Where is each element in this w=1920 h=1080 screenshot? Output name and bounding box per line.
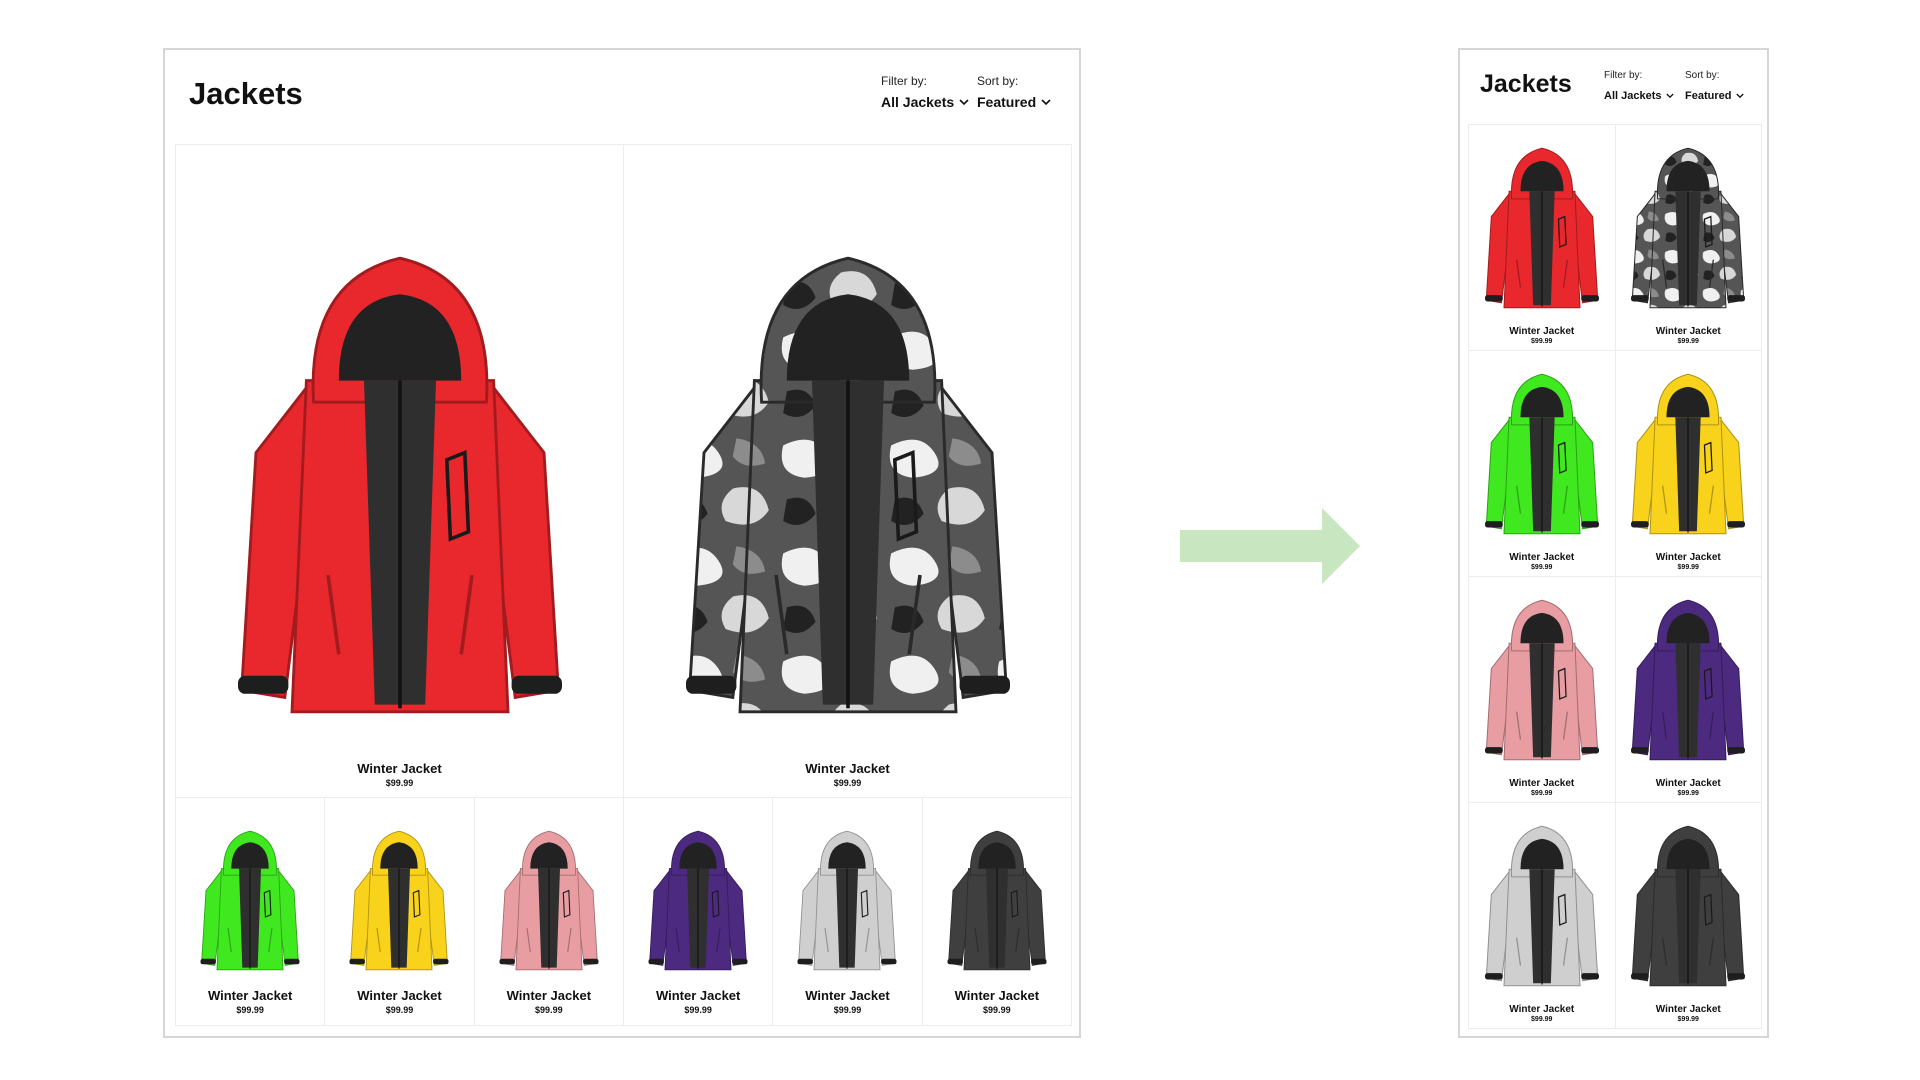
product-grid: Winter Jacket $99.99 Winter Jacket $99.9… bbox=[175, 798, 1072, 1026]
product-image bbox=[325, 798, 473, 983]
product-card[interactable]: Winter Jacket $99.99 bbox=[1469, 577, 1616, 803]
product-image bbox=[624, 798, 772, 983]
sort-control: Sort by: Featured bbox=[977, 74, 1051, 112]
sort-value: Featured bbox=[1685, 90, 1732, 102]
product-image bbox=[1469, 803, 1615, 1001]
product-name: Winter Jacket bbox=[1509, 552, 1575, 563]
product-price: $99.99 bbox=[385, 778, 414, 788]
filter-label: Filter by: bbox=[881, 74, 928, 88]
filter-control: Filter by: All Jackets bbox=[881, 74, 969, 112]
product-price: $99.99 bbox=[1531, 790, 1553, 797]
product-image bbox=[475, 798, 623, 983]
product-price: $99.99 bbox=[1531, 338, 1553, 345]
featured-product-grid: Winter Jacket $99.99 Winter Jacket $99.9… bbox=[175, 144, 1072, 798]
product-card[interactable]: Winter Jacket $99.99 bbox=[1615, 351, 1762, 577]
product-image bbox=[1616, 351, 1762, 549]
product-image bbox=[1469, 351, 1615, 549]
product-image bbox=[176, 798, 324, 983]
desktop-layout-frame: Jackets Filter by: All Jackets Sort by: … bbox=[163, 48, 1081, 1038]
product-name: Winter Jacket bbox=[1655, 552, 1721, 563]
product-price: $99.99 bbox=[535, 1005, 563, 1015]
product-name: Winter Jacket bbox=[1655, 778, 1721, 789]
filter-dropdown[interactable]: All Jackets bbox=[881, 94, 969, 110]
product-image bbox=[1469, 125, 1615, 323]
product-card[interactable]: Winter Jacket $99.99 bbox=[176, 145, 624, 798]
product-card[interactable]: Winter Jacket $99.99 bbox=[474, 798, 624, 1026]
product-price: $99.99 bbox=[1677, 1016, 1699, 1023]
product-image bbox=[1616, 577, 1762, 775]
product-price: $99.99 bbox=[983, 1005, 1011, 1015]
page-title: Jackets bbox=[1480, 70, 1572, 98]
product-card[interactable]: Winter Jacket $99.99 bbox=[922, 798, 1072, 1026]
product-name: Winter Jacket bbox=[357, 761, 442, 776]
product-card[interactable]: Winter Jacket $99.99 bbox=[176, 798, 326, 1026]
product-card[interactable]: Winter Jacket $99.99 bbox=[1469, 351, 1616, 577]
product-name: Winter Jacket bbox=[954, 988, 1040, 1003]
mobile-product-grid: Winter Jacket $99.99 Winter Jacket $99.9… bbox=[1468, 124, 1762, 1029]
product-price: $99.99 bbox=[1531, 1016, 1553, 1023]
product-card[interactable]: Winter Jacket $99.99 bbox=[624, 145, 1072, 798]
sort-label: Sort by: bbox=[1685, 70, 1720, 81]
chevron-down-icon bbox=[1666, 93, 1675, 99]
product-image bbox=[923, 798, 1071, 983]
product-name: Winter Jacket bbox=[1655, 1004, 1721, 1015]
product-price: $99.99 bbox=[1531, 564, 1553, 571]
product-name: Winter Jacket bbox=[357, 988, 442, 1003]
product-name: Winter Jacket bbox=[1509, 326, 1575, 337]
mobile-layout-frame: Jackets Filter by: All Jackets Sort by: … bbox=[1458, 48, 1769, 1038]
product-image bbox=[624, 145, 1071, 755]
product-image bbox=[1469, 577, 1615, 775]
product-price: $99.99 bbox=[833, 1005, 862, 1015]
filter-control: Filter by: All Jackets bbox=[1604, 70, 1675, 104]
product-image bbox=[1616, 803, 1762, 1001]
product-name: Winter Jacket bbox=[1509, 778, 1575, 789]
product-name: Winter Jacket bbox=[805, 761, 890, 776]
product-card[interactable]: Winter Jacket $99.99 bbox=[773, 798, 923, 1026]
sort-control: Sort by: Featured bbox=[1685, 70, 1745, 104]
product-image bbox=[773, 798, 921, 983]
filter-dropdown[interactable]: All Jackets bbox=[1604, 90, 1675, 102]
filter-label: Filter by: bbox=[1604, 70, 1643, 81]
filter-value: All Jackets bbox=[1604, 90, 1662, 102]
product-card[interactable]: Winter Jacket $99.99 bbox=[1615, 125, 1762, 351]
arrow-right-icon bbox=[1180, 508, 1360, 589]
product-card[interactable]: Winter Jacket $99.99 bbox=[1469, 803, 1616, 1029]
product-name: Winter Jacket bbox=[805, 988, 890, 1003]
product-name: Winter Jacket bbox=[655, 988, 741, 1003]
product-card[interactable]: Winter Jacket $99.99 bbox=[1469, 125, 1616, 351]
product-name: Winter Jacket bbox=[207, 988, 293, 1003]
product-name: Winter Jacket bbox=[1655, 326, 1721, 337]
sort-dropdown[interactable]: Featured bbox=[1685, 90, 1745, 102]
filter-value: All Jackets bbox=[881, 94, 955, 110]
product-price: $99.99 bbox=[1677, 564, 1699, 571]
chevron-down-icon bbox=[1736, 93, 1745, 99]
product-price: $99.99 bbox=[236, 1005, 264, 1015]
chevron-down-icon bbox=[959, 98, 969, 106]
product-price: $99.99 bbox=[385, 1005, 414, 1015]
page-title: Jackets bbox=[189, 76, 303, 111]
chevron-down-icon bbox=[1041, 98, 1051, 106]
sort-value: Featured bbox=[977, 94, 1037, 110]
product-card[interactable]: Winter Jacket $99.99 bbox=[325, 798, 475, 1026]
product-name: Winter Jacket bbox=[506, 988, 592, 1003]
sort-dropdown[interactable]: Featured bbox=[977, 94, 1051, 110]
product-image bbox=[1616, 125, 1762, 323]
product-card[interactable]: Winter Jacket $99.99 bbox=[1615, 803, 1762, 1029]
product-image bbox=[176, 145, 623, 755]
sort-label: Sort by: bbox=[977, 74, 1019, 88]
product-card[interactable]: Winter Jacket $99.99 bbox=[623, 798, 774, 1026]
product-price: $99.99 bbox=[684, 1005, 712, 1015]
product-price: $99.99 bbox=[1677, 790, 1699, 797]
product-price: $99.99 bbox=[1677, 338, 1699, 345]
product-name: Winter Jacket bbox=[1509, 1004, 1575, 1015]
product-card[interactable]: Winter Jacket $99.99 bbox=[1615, 577, 1762, 803]
product-price: $99.99 bbox=[833, 778, 862, 788]
